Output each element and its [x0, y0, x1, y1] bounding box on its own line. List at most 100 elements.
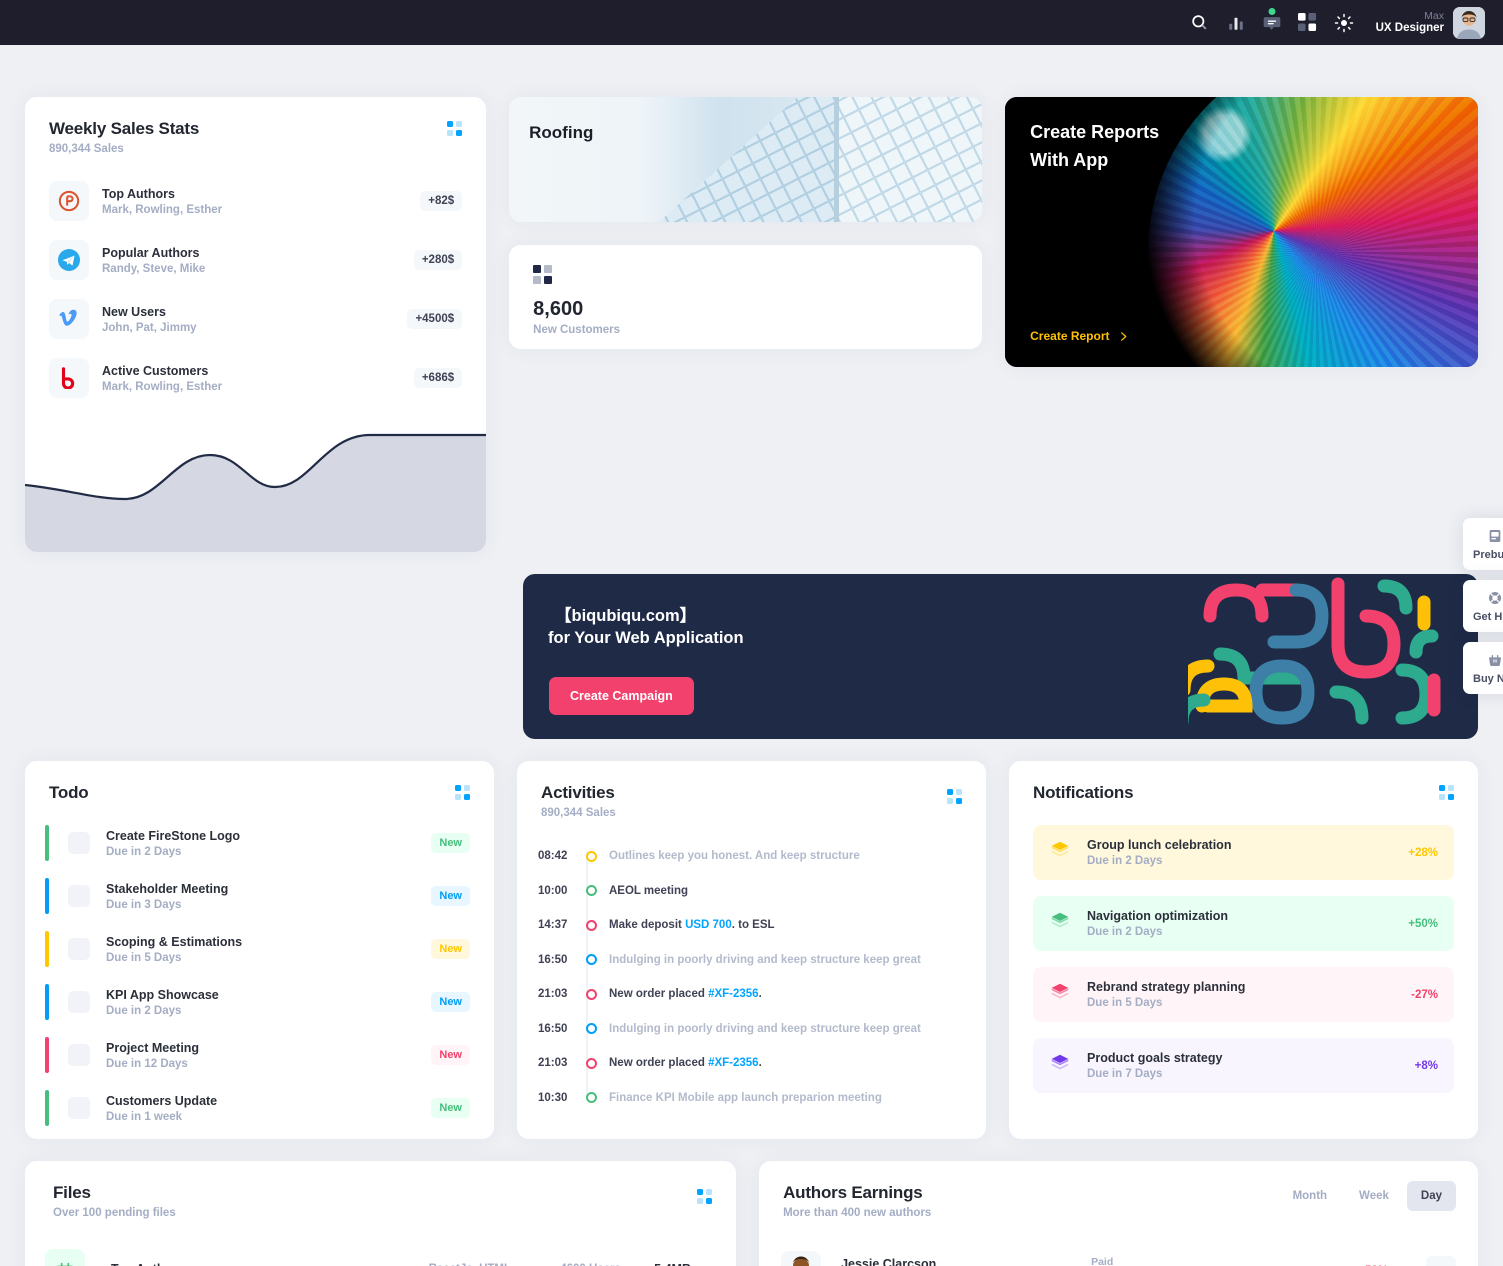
todo-checkbox[interactable] — [68, 832, 90, 854]
card-menu-dots-icon[interactable] — [947, 789, 962, 804]
todo-checkbox[interactable] — [68, 885, 90, 907]
activity-time: 10:00 — [538, 884, 568, 897]
card-menu-dots-icon[interactable] — [455, 785, 470, 800]
layers-icon — [1049, 839, 1071, 866]
brightness-icon[interactable] — [1326, 5, 1362, 41]
todo-name: KPI App Showcase — [106, 987, 219, 1002]
list-item[interactable]: 14:37 Make deposit USD 700. to ESL — [538, 908, 962, 943]
activity-time: 14:37 — [538, 919, 568, 932]
card-menu-dots-icon[interactable] — [697, 1189, 713, 1204]
notification-due: Due in 2 Days — [1087, 926, 1163, 938]
notification-name: Navigation optimization — [1087, 909, 1228, 923]
notifications-card: Notifications Group lunch celebration Du… — [1009, 761, 1478, 1139]
table-row[interactable]: Jessie Clarcson HTML, CSS Coding Paid $1… — [781, 1241, 1456, 1266]
list-item[interactable]: Scoping & Estimations Due in 5 Days New — [45, 931, 470, 967]
create-report-link[interactable]: Create Report — [1030, 329, 1128, 343]
todo-name: Create FireStone Logo — [106, 828, 241, 843]
tab-month[interactable]: Month — [1279, 1181, 1341, 1211]
new-customers-value: 8,600 — [533, 298, 584, 320]
list-item[interactable]: 16:50 Indulging in poorly driving and ke… — [538, 1012, 962, 1047]
file-name: Top Authors — [111, 1262, 381, 1266]
todo-checkbox[interactable] — [68, 1044, 90, 1066]
list-item[interactable]: Customers Update Due in 1 week New — [45, 1090, 470, 1126]
activity-time: 08:42 — [538, 850, 568, 863]
get-help-tab[interactable]: Get H — [1463, 580, 1503, 632]
list-item[interactable]: Navigation optimization Due in 2 Days +5… — [1033, 896, 1454, 951]
list-item[interactable]: Create FireStone Logo Due in 2 Days New — [45, 825, 470, 861]
list-item[interactable]: 21:03 New order placed #XF-2356. — [538, 1046, 962, 1081]
create-report-link-label: Create Report — [1030, 329, 1110, 343]
create-reports-line1: Create Reports — [1030, 122, 1160, 142]
tab-week[interactable]: Week — [1345, 1181, 1403, 1211]
status-badge: New — [431, 992, 470, 1012]
files-list: Top Authors ReactJs, HTML 4600 Users 5.4… — [25, 1219, 736, 1266]
status-badge: New — [431, 886, 470, 906]
activity-text: Indulging in poorly driving and keep str… — [609, 1022, 921, 1035]
avatar[interactable] — [1453, 6, 1485, 39]
timeline-bullet — [586, 919, 597, 931]
todo-name: Scoping & Estimations — [106, 934, 243, 949]
prebuilt-tab[interactable]: Prebu — [1463, 518, 1503, 570]
chevron-right-icon[interactable] — [1426, 1256, 1456, 1266]
todo-color-bar — [45, 984, 49, 1020]
product-hunt-icon — [49, 181, 89, 221]
list-item[interactable]: 10:30 Finance KPI Mobile app launch prep… — [538, 1081, 962, 1116]
activity-link[interactable]: #XF-2356 — [708, 1057, 759, 1069]
list-item[interactable]: 08:42 Outlines keep you honest. And keep… — [538, 839, 962, 874]
status-badge: New — [431, 1098, 470, 1118]
item-people: Randy, Steve, Mike — [102, 262, 206, 275]
todo-name: Stakeholder Meeting — [106, 881, 229, 896]
grid-icon[interactable] — [1290, 5, 1326, 41]
list-item[interactable]: Stakeholder Meeting Due in 3 Days New — [45, 878, 470, 914]
table-row[interactable]: Top Authors ReactJs, HTML 4600 Users 5.4… — [45, 1241, 712, 1266]
list-item[interactable]: Popular Authors Randy, Steve, Mike +280$ — [49, 240, 463, 280]
todo-checkbox[interactable] — [68, 991, 90, 1013]
todo-list: Create FireStone Logo Due in 2 Days New … — [25, 803, 494, 1126]
buy-now-tab[interactable]: Buy N — [1463, 642, 1503, 694]
campaign-banner: 【biqubiqu.com】 for Your Web Application … — [523, 574, 1478, 739]
card-menu-dots-icon[interactable] — [447, 121, 463, 136]
chart-bar-icon[interactable] — [1218, 5, 1254, 41]
chat-icon[interactable] — [1254, 5, 1290, 41]
create-reports-line2: With App — [1030, 149, 1109, 170]
notification-pct: +8% — [1414, 1059, 1438, 1072]
layers-icon — [1049, 981, 1071, 1008]
create-reports-card[interactable]: Create Reports With App Create Report — [1005, 97, 1478, 367]
timeline-bullet — [586, 1057, 597, 1069]
search-icon[interactable] — [1182, 5, 1218, 41]
middle-column: Roofing 8,600 New Customers — [509, 97, 983, 552]
todo-due: Due in 5 Days — [106, 951, 182, 964]
files-title: Files — [53, 1183, 91, 1202]
new-customers-label: New Customers — [533, 324, 621, 336]
campaign-line1: 【biqubiqu.com】 — [555, 607, 697, 625]
create-campaign-button[interactable]: Create Campaign — [549, 677, 694, 715]
list-item[interactable]: Top Authors Mark, Rowling, Esther +82$ — [49, 181, 463, 221]
list-item[interactable]: 16:50 Indulging in poorly driving and ke… — [538, 943, 962, 978]
tab-day[interactable]: Day — [1406, 1181, 1456, 1211]
item-name: Top Authors — [102, 186, 175, 201]
layers-icon — [1049, 910, 1071, 937]
activity-link[interactable]: #XF-2356 — [708, 988, 759, 1000]
activity-text: Make deposit USD 700. to ESL — [609, 919, 775, 932]
list-item[interactable]: Product goals strategy Due in 7 Days +8% — [1033, 1038, 1454, 1093]
user-menu[interactable]: Max UX Designer — [1376, 6, 1485, 39]
list-item[interactable]: 21:03 New order placed #XF-2356. — [538, 977, 962, 1012]
get-help-tab-label: Get H — [1473, 611, 1503, 623]
list-item[interactable]: 10:00 AEOL meeting — [538, 874, 962, 909]
todo-checkbox[interactable] — [68, 1097, 90, 1119]
list-item[interactable]: Project Meeting Due in 12 Days New — [45, 1037, 470, 1073]
weekly-sales-card: Weekly Sales Stats 890,344 Sales Top Aut… — [25, 97, 487, 552]
create-reports-title: Create Reports With App — [1030, 119, 1159, 175]
list-item[interactable]: Rebrand strategy planning Due in 5 Days … — [1033, 967, 1454, 1022]
card-menu-dots-icon[interactable] — [1439, 785, 1454, 800]
item-people: John, Pat, Jimmy — [102, 321, 197, 334]
activity-link[interactable]: USD 700 — [685, 919, 732, 931]
list-item[interactable]: Group lunch celebration Due in 2 Days +2… — [1033, 825, 1454, 880]
todo-header: Todo — [25, 761, 494, 803]
roofing-card[interactable]: Roofing — [509, 97, 983, 222]
list-item[interactable]: New Users John, Pat, Jimmy +4500$ — [49, 299, 463, 339]
todo-checkbox[interactable] — [68, 938, 90, 960]
list-item[interactable]: KPI App Showcase Due in 2 Days New — [45, 984, 470, 1020]
layers-icon — [1049, 1052, 1071, 1079]
list-item[interactable]: Active Customers Mark, Rowling, Esther +… — [49, 358, 463, 398]
